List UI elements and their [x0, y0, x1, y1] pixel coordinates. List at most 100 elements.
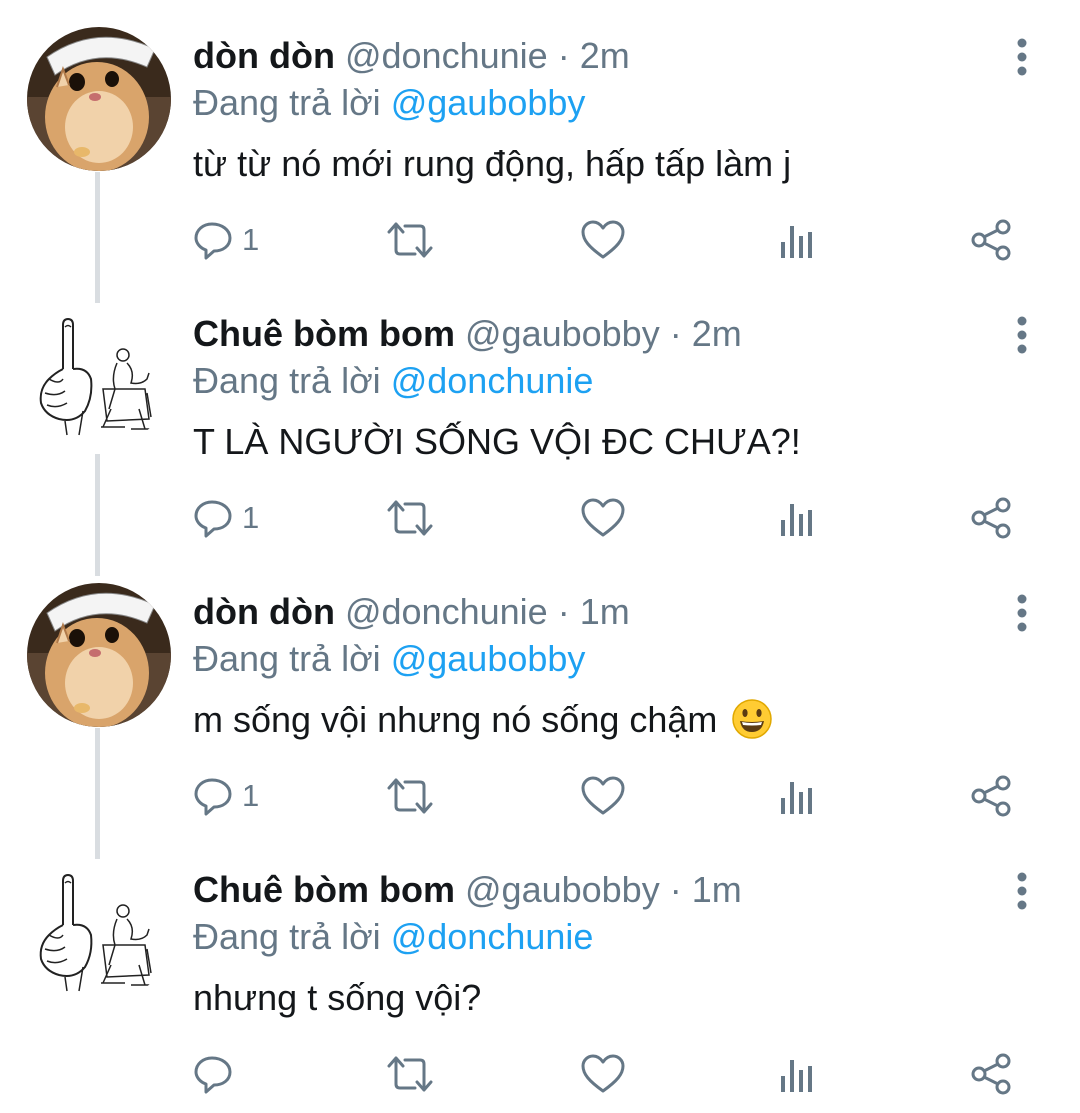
timestamp[interactable]: 2m	[692, 313, 742, 354]
share-nodes-icon	[971, 1053, 1011, 1095]
vertical-dots-icon	[1017, 38, 1027, 76]
replying-to-mention[interactable]: @donchunie	[391, 360, 594, 401]
like-button[interactable]	[580, 1049, 626, 1099]
retweet-button[interactable]	[385, 493, 435, 543]
bar-chart-icon	[781, 226, 812, 258]
tweet-text: nhưng t sống vội?	[193, 977, 482, 1018]
heart-icon	[581, 1054, 625, 1093]
replying-to-line: Đang trả lời @gaubobby	[193, 81, 585, 125]
tweet-actions: 1	[0, 493, 1080, 543]
reply-bubble-icon	[194, 1056, 232, 1094]
separator-dot: ·	[669, 313, 682, 354]
display-name[interactable]: dòn dòn	[193, 591, 335, 632]
retweet-button[interactable]	[385, 771, 435, 821]
replying-to-prefix: Đang trả lời	[193, 82, 381, 123]
timestamp[interactable]: 2m	[580, 35, 630, 76]
reply-count: 1	[242, 500, 260, 535]
avatar-sketch[interactable]	[27, 861, 171, 1005]
tweet[interactable]: dòn dòn @donchunie · 1m Đang trả lời @ga…	[0, 556, 1080, 859]
user-handle[interactable]: @donchunie	[345, 591, 548, 632]
hamster-avatar-icon	[27, 583, 171, 727]
replying-to-line: Đang trả lời @donchunie	[193, 359, 593, 403]
replying-to-mention[interactable]: @gaubobby	[391, 82, 586, 123]
tweet-header: dòn dòn @donchunie · 1m	[193, 590, 630, 634]
reply-button[interactable]: 1	[192, 215, 259, 265]
avatar-sketch[interactable]	[27, 305, 171, 449]
heart-icon	[581, 220, 625, 259]
replying-to-mention[interactable]: @donchunie	[391, 916, 594, 957]
more-options-button[interactable]	[1004, 594, 1040, 634]
replying-to-prefix: Đang trả lời	[193, 916, 381, 957]
tweet-text: T LÀ NGƯỜI SỐNG VỘI ĐC CHƯA?!	[193, 421, 801, 462]
retweet-icon	[387, 778, 433, 814]
replying-to-prefix: Đang trả lời	[193, 360, 381, 401]
retweet-button[interactable]	[385, 1049, 435, 1099]
timestamp[interactable]: 1m	[692, 869, 742, 910]
tweet-header: Chuê bòm bom @gaubobby · 2m	[193, 312, 742, 356]
replying-to-line: Đang trả lời @donchunie	[193, 915, 593, 959]
avatar-hamster[interactable]	[27, 27, 171, 171]
retweet-icon	[387, 1056, 433, 1092]
user-handle[interactable]: @gaubobby	[465, 313, 660, 354]
display-name[interactable]: dòn dòn	[193, 35, 335, 76]
reply-bubble-icon	[194, 778, 232, 816]
more-options-button[interactable]	[1004, 872, 1040, 912]
more-options-button[interactable]	[1004, 316, 1040, 356]
share-nodes-icon	[971, 219, 1011, 261]
tweet[interactable]: Chuê bòm bom @gaubobby · 1m Đang trả lời…	[0, 834, 1080, 1112]
vertical-dots-icon	[1017, 872, 1027, 910]
separator-dot: ·	[669, 869, 682, 910]
share-nodes-icon	[971, 775, 1011, 817]
tweet-text: từ từ nó mới rung động, hấp tấp làm j	[193, 143, 792, 184]
analytics-button[interactable]	[777, 493, 817, 543]
user-handle[interactable]: @donchunie	[345, 35, 548, 76]
grinning-face-emoji-icon	[732, 699, 773, 739]
analytics-button[interactable]	[777, 215, 817, 265]
retweet-icon	[387, 500, 433, 536]
bar-chart-icon	[781, 1060, 812, 1092]
retweet-icon	[387, 222, 433, 258]
replying-to-line: Đang trả lời @gaubobby	[193, 637, 585, 681]
separator-dot: ·	[557, 35, 570, 76]
reply-bubble-icon	[194, 222, 232, 260]
retweet-button[interactable]	[385, 215, 435, 265]
tweet-header: Chuê bòm bom @gaubobby · 1m	[193, 868, 742, 912]
reply-button[interactable]: 1	[192, 493, 259, 543]
share-button[interactable]	[968, 215, 1014, 265]
share-button[interactable]	[968, 771, 1014, 821]
avatar-hamster[interactable]	[27, 583, 171, 727]
like-button[interactable]	[580, 215, 626, 265]
tweet-actions	[0, 1049, 1080, 1099]
hamster-avatar-icon	[27, 27, 171, 171]
like-button[interactable]	[580, 771, 626, 821]
tweet-actions: 1	[0, 771, 1080, 821]
more-options-button[interactable]	[1004, 38, 1040, 78]
reply-count: 1	[242, 222, 260, 257]
user-handle[interactable]: @gaubobby	[465, 869, 660, 910]
reply-bubble-icon	[194, 500, 232, 538]
display-name[interactable]: Chuê bòm bom	[193, 313, 455, 354]
reply-button[interactable]: 1	[192, 771, 259, 821]
share-button[interactable]	[968, 493, 1014, 543]
heart-icon	[581, 776, 625, 815]
vertical-dots-icon	[1017, 316, 1027, 354]
tweet-text-wrapper: m sống vội nhưng nó sống chậm	[193, 698, 773, 742]
share-button[interactable]	[968, 1049, 1014, 1099]
replying-to-prefix: Đang trả lời	[193, 638, 381, 679]
reply-count: 1	[242, 778, 260, 813]
bar-chart-icon	[781, 504, 812, 536]
like-button[interactable]	[580, 493, 626, 543]
analytics-button[interactable]	[777, 771, 817, 821]
analytics-button[interactable]	[777, 1049, 817, 1099]
timestamp[interactable]: 1m	[580, 591, 630, 632]
bar-chart-icon	[781, 782, 812, 814]
display-name[interactable]: Chuê bòm bom	[193, 869, 455, 910]
tweet[interactable]: Chuê bòm bom @gaubobby · 2m Đang trả lời…	[0, 278, 1080, 576]
replying-to-mention[interactable]: @gaubobby	[391, 638, 586, 679]
tweet-text: m sống vội nhưng nó sống chậm	[193, 699, 718, 740]
tweet-header: dòn dòn @donchunie · 2m	[193, 34, 630, 78]
reply-button[interactable]	[192, 1049, 242, 1099]
tweet[interactable]: dòn dòn @donchunie · 2m Đang trả lời @ga…	[0, 0, 1080, 303]
sketch-middle-finger-avatar-icon	[27, 305, 171, 449]
heart-icon	[581, 498, 625, 537]
